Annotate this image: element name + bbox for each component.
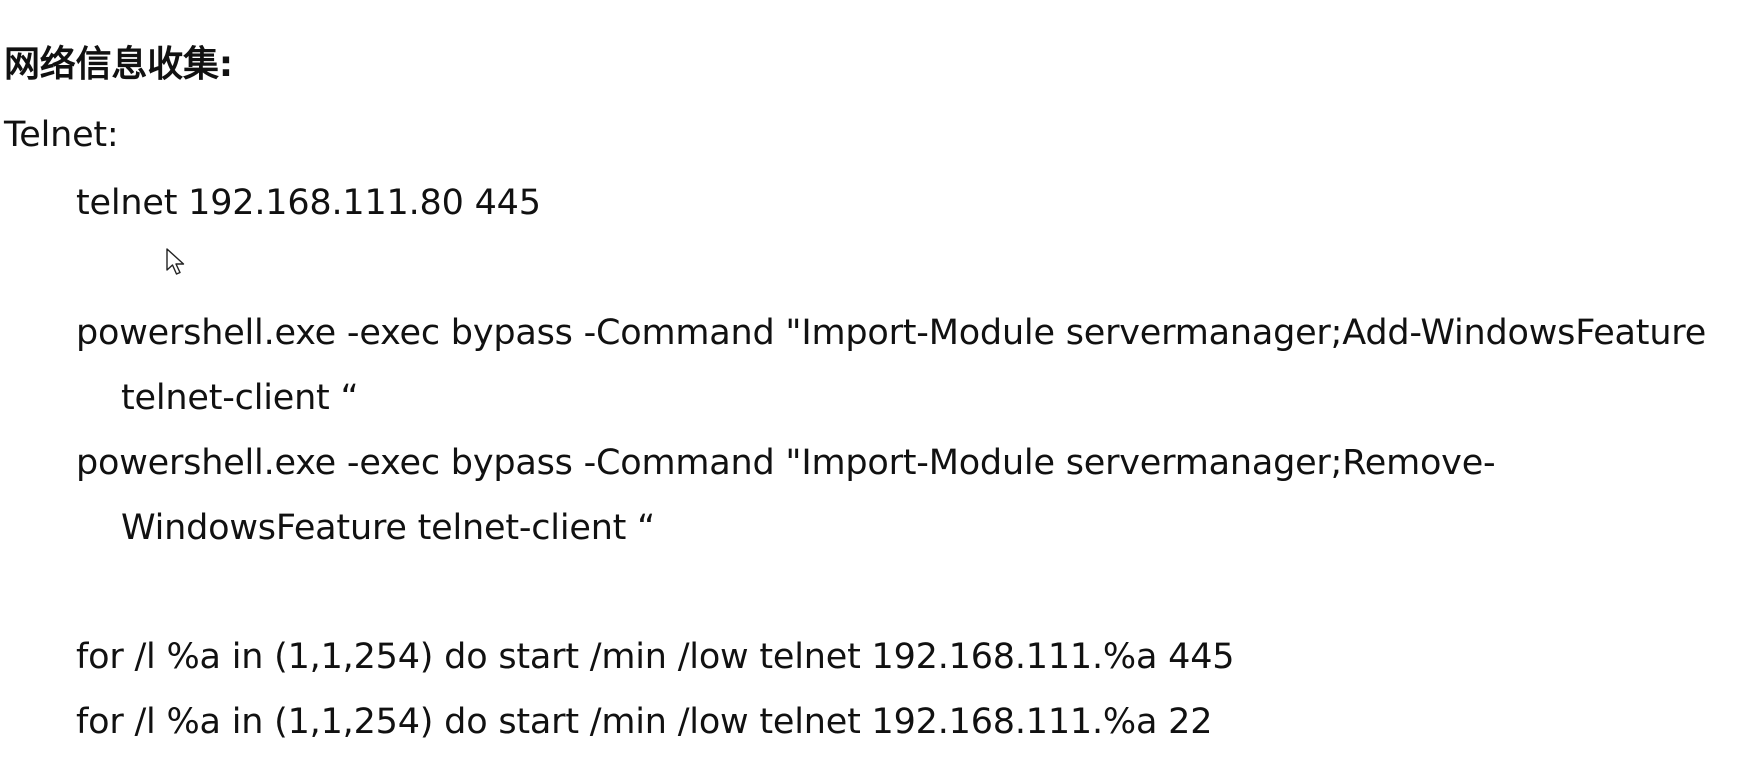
- command-powershell-remove: powershell.exe -exec bypass -Command "Im…: [76, 443, 1496, 483]
- command-telnet-single: telnet 192.168.111.80 445: [76, 183, 541, 223]
- document-page: 网络信息收集: Telnet: telnet 192.168.111.80 44…: [0, 0, 1748, 776]
- section-heading: 网络信息收集:: [4, 44, 233, 85]
- command-powershell-add: powershell.exe -exec bypass -Command "Im…: [76, 313, 1707, 353]
- command-loop-port-22: for /l %a in (1,1,254) do start /min /lo…: [76, 702, 1213, 742]
- command-powershell-remove-continuation: WindowsFeature telnet-client “: [121, 508, 656, 548]
- command-powershell-add-continuation: telnet-client “: [121, 378, 359, 418]
- command-loop-port-445: for /l %a in (1,1,254) do start /min /lo…: [76, 637, 1235, 677]
- mouse-pointer-icon: [166, 248, 185, 275]
- subsection-title: Telnet:: [4, 115, 119, 155]
